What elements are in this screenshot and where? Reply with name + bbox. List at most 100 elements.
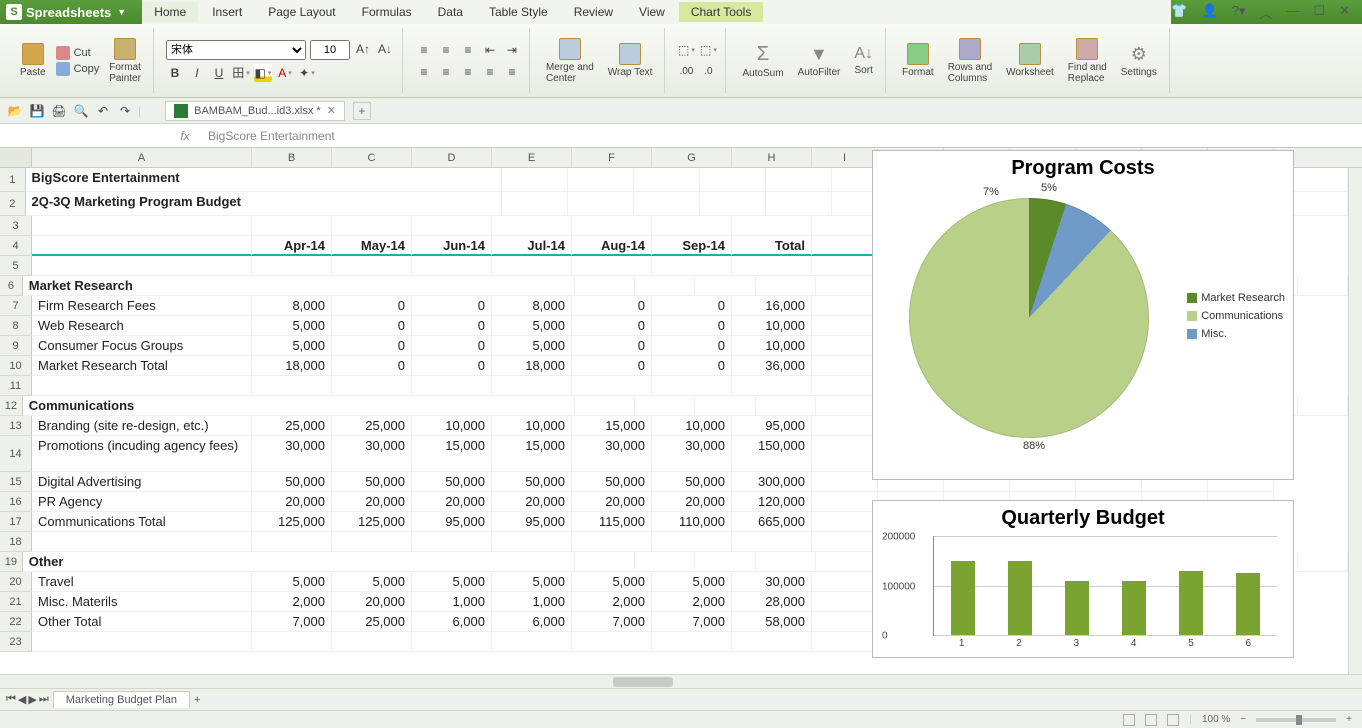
cell[interactable] <box>816 552 876 572</box>
column-header[interactable]: H <box>732 148 812 167</box>
cell[interactable]: 18,000 <box>492 356 572 376</box>
prev-sheet-button[interactable]: ◀ <box>18 693 26 706</box>
align-middle-button[interactable]: ≡ <box>437 41 455 59</box>
cell[interactable]: 0 <box>332 316 412 336</box>
increase-indent-button[interactable]: ⇥ <box>503 41 521 59</box>
cell[interactable] <box>575 396 635 416</box>
last-sheet-button[interactable]: ⏭ <box>39 693 49 706</box>
cell[interactable] <box>812 356 878 376</box>
cell[interactable]: 10,000 <box>652 416 732 436</box>
cell[interactable]: 20,000 <box>252 492 332 512</box>
row-header[interactable]: 23 <box>0 632 32 652</box>
cell[interactable]: 6,000 <box>412 612 492 632</box>
next-sheet-button[interactable]: ▶ <box>28 693 36 706</box>
menu-data[interactable]: Data <box>426 2 475 22</box>
cell[interactable] <box>568 168 634 192</box>
rows-columns-button[interactable]: Rows and Columns <box>944 36 996 86</box>
help-icon[interactable]: ?▾ <box>1232 3 1246 22</box>
cell[interactable]: 5,000 <box>492 336 572 356</box>
view-break-button[interactable] <box>1167 714 1179 726</box>
cell[interactable]: 1,000 <box>412 592 492 612</box>
menu-chart-tools[interactable]: Chart Tools <box>679 2 763 22</box>
tshirt-icon[interactable]: 👕 <box>1171 3 1187 22</box>
row-header[interactable]: 4 <box>0 236 32 256</box>
cell[interactable] <box>634 168 700 192</box>
cell[interactable] <box>634 192 700 216</box>
cell[interactable] <box>700 192 766 216</box>
cell[interactable]: 2Q-3Q Marketing Program Budget <box>26 192 503 216</box>
cell[interactable] <box>812 512 878 532</box>
cell[interactable]: 18,000 <box>252 356 332 376</box>
cell[interactable] <box>32 632 252 652</box>
cell[interactable]: 10,000 <box>732 336 812 356</box>
cell[interactable]: 5,000 <box>492 572 572 592</box>
cell[interactable]: 10,000 <box>412 416 492 436</box>
program-costs-chart[interactable]: Program Costs 7% 5% 88% Market Research … <box>872 150 1294 480</box>
column-header[interactable]: G <box>652 148 732 167</box>
cell[interactable] <box>252 216 332 236</box>
cell[interactable]: 2,000 <box>572 592 652 612</box>
row-header[interactable]: 14 <box>0 436 32 472</box>
menu-page-layout[interactable]: Page Layout <box>256 2 347 22</box>
cell[interactable] <box>732 532 812 552</box>
cell[interactable] <box>812 492 878 512</box>
cell[interactable]: 10,000 <box>732 316 812 336</box>
cell[interactable]: Apr-14 <box>252 236 332 256</box>
cell[interactable]: 58,000 <box>732 612 812 632</box>
cell[interactable]: Aug-14 <box>572 236 652 256</box>
cell[interactable] <box>568 192 634 216</box>
row-header[interactable]: 17 <box>0 512 32 532</box>
cell[interactable] <box>812 572 878 592</box>
open-button[interactable]: 📂 <box>6 102 24 120</box>
menu-home[interactable]: Home <box>142 2 198 22</box>
cell[interactable]: Misc. Materils <box>32 592 252 612</box>
cell[interactable] <box>756 552 816 572</box>
zoom-in-button[interactable]: + <box>1346 714 1352 725</box>
cell[interactable]: 5,000 <box>332 572 412 592</box>
column-header[interactable]: A <box>32 148 252 167</box>
close-button[interactable]: ✕ <box>1339 3 1350 22</box>
ribbon-collapse-icon[interactable]: ︿ <box>1259 3 1272 22</box>
menu-formulas[interactable]: Formulas <box>350 2 424 22</box>
row-header[interactable]: 5 <box>0 256 32 276</box>
autosum-button[interactable]: ΣAutoSum <box>738 41 787 81</box>
cell[interactable]: 2,000 <box>252 592 332 612</box>
cell[interactable] <box>332 532 412 552</box>
cell[interactable] <box>812 336 878 356</box>
cell[interactable] <box>332 376 412 396</box>
fill-color-button[interactable]: ◧ <box>254 64 272 82</box>
cell[interactable]: 30,000 <box>252 436 332 472</box>
cell[interactable] <box>652 256 732 276</box>
cell[interactable] <box>332 216 412 236</box>
cell[interactable] <box>812 632 878 652</box>
cell[interactable]: 0 <box>332 296 412 316</box>
cell[interactable] <box>1293 192 1348 216</box>
cell[interactable] <box>812 376 878 396</box>
cell[interactable]: Promotions (incuding agency fees) <box>32 436 252 472</box>
row-header[interactable]: 16 <box>0 492 32 512</box>
column-header[interactable]: I <box>812 148 878 167</box>
cell[interactable] <box>812 592 878 612</box>
horizontal-scrollbar[interactable] <box>0 674 1362 688</box>
cell[interactable] <box>502 168 568 192</box>
row-header[interactable]: 19 <box>0 552 23 572</box>
cell[interactable] <box>732 216 812 236</box>
select-all-corner[interactable] <box>0 148 32 167</box>
cell[interactable]: 30,000 <box>732 572 812 592</box>
print-button[interactable]: 🖨 <box>50 102 68 120</box>
cell[interactable] <box>492 216 572 236</box>
cell[interactable] <box>252 532 332 552</box>
cell[interactable] <box>572 376 652 396</box>
cell[interactable] <box>766 168 832 192</box>
user-icon[interactable]: 👤 <box>1201 3 1217 22</box>
row-header[interactable]: 2 <box>0 192 26 216</box>
justify-button[interactable]: ≡ <box>481 63 499 81</box>
cell[interactable]: Other <box>23 552 575 572</box>
cell[interactable] <box>652 632 732 652</box>
menu-view[interactable]: View <box>627 2 677 22</box>
cell[interactable]: 20,000 <box>412 492 492 512</box>
align-bottom-button[interactable]: ≡ <box>459 41 477 59</box>
format-button[interactable]: Format <box>898 41 938 80</box>
formula-value[interactable]: BigScore Entertainment <box>200 129 343 143</box>
cell[interactable]: 125,000 <box>252 512 332 532</box>
